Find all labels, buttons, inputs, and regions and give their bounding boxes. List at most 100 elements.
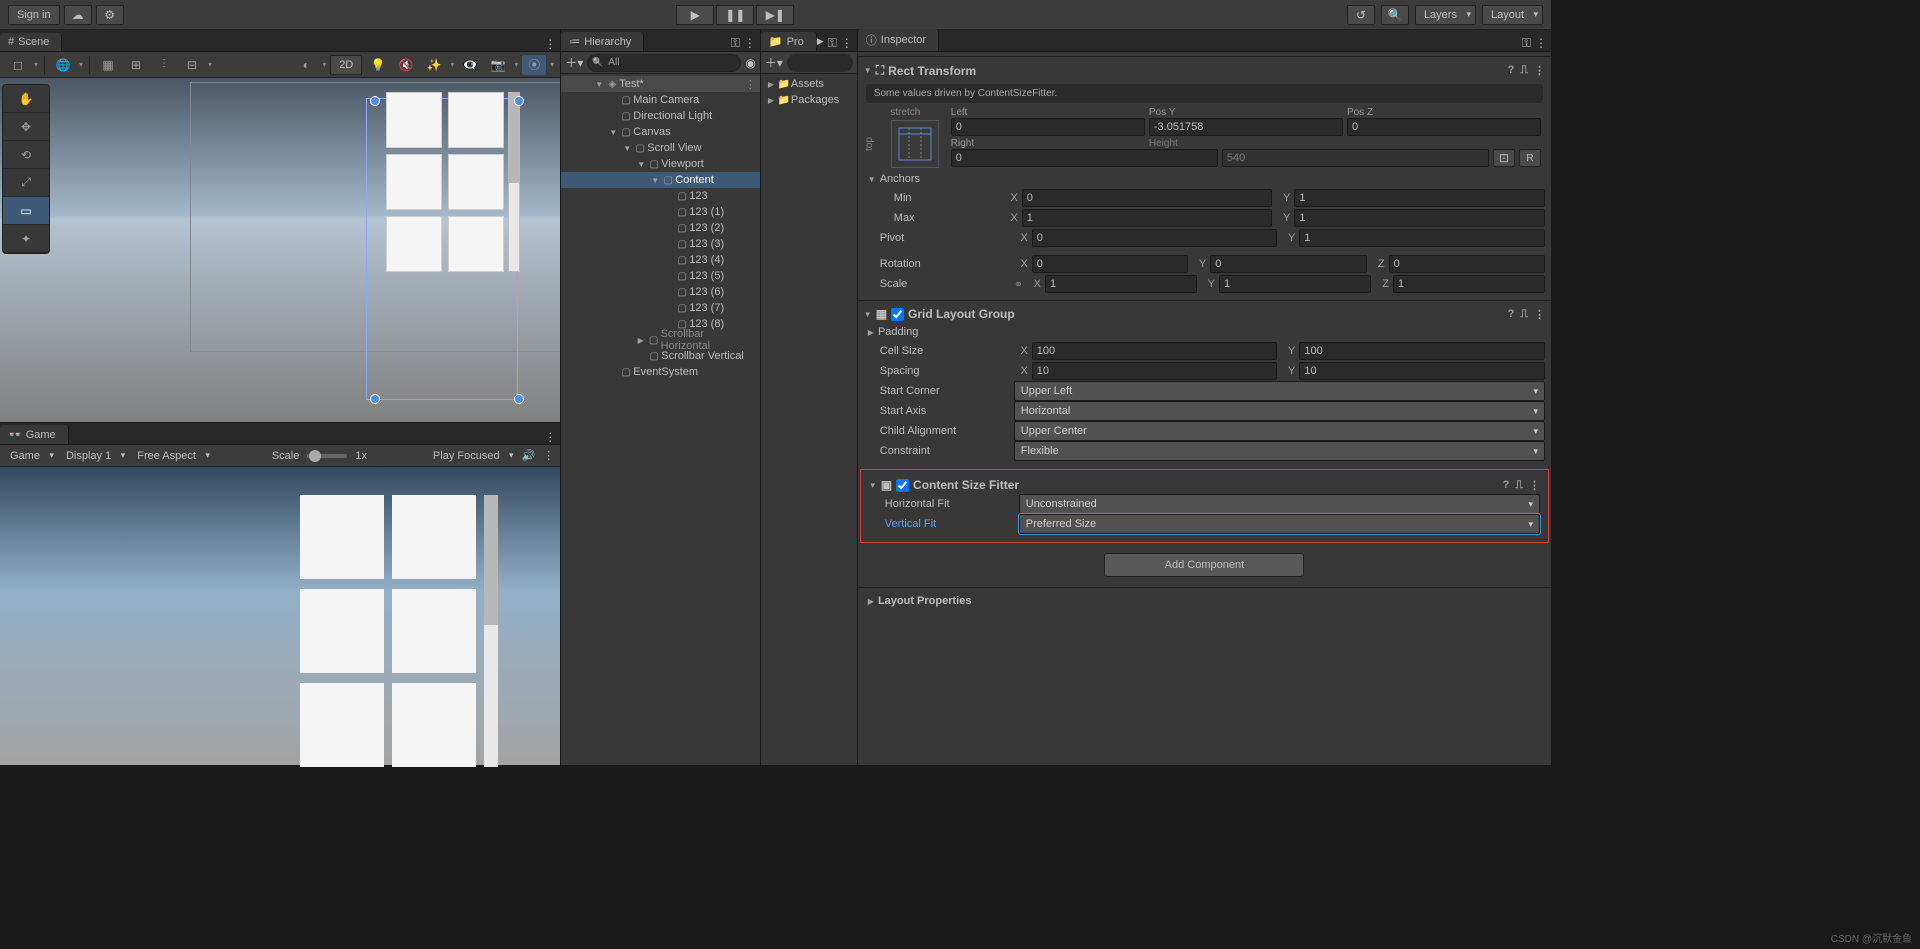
- constraint-dropdown[interactable]: Flexible: [1014, 441, 1545, 461]
- fx-icon[interactable]: ✨: [422, 55, 446, 75]
- vertical-fit-dropdown[interactable]: Preferred Size: [1019, 514, 1540, 534]
- hierarchy-item[interactable]: ▶▢Scrollbar Horizontal: [561, 332, 760, 348]
- tool-globe-icon[interactable]: 🌐: [51, 55, 75, 75]
- hierarchy-item[interactable]: ▼▢Viewport: [561, 156, 760, 172]
- hierarchy-item[interactable]: ▼▢Canvas: [561, 124, 760, 140]
- pause-button[interactable]: ❚❚: [716, 5, 754, 25]
- mode-2d-button[interactable]: 2D: [330, 55, 362, 75]
- help-icon[interactable]: ?: [1508, 64, 1515, 77]
- scale-slider[interactable]: [307, 454, 347, 458]
- play-button[interactable]: ▶: [676, 5, 714, 25]
- grid-snap-icon[interactable]: ▦: [96, 55, 120, 75]
- spacing-y[interactable]: [1299, 362, 1545, 380]
- menu-icon[interactable]: ⋮: [1534, 308, 1545, 321]
- transform-tool-icon[interactable]: ✦: [3, 225, 49, 253]
- cell-x[interactable]: [1032, 342, 1278, 360]
- component-enable-toggle[interactable]: [891, 308, 904, 321]
- hand-tool-icon[interactable]: ✋: [3, 85, 49, 113]
- layout-properties-foldout[interactable]: ▶Layout Properties: [864, 592, 1545, 610]
- pivot-x[interactable]: [1032, 229, 1278, 247]
- context-menu-icon[interactable]: ⋮: [744, 36, 756, 51]
- foldout-icon[interactable]: ▼: [864, 310, 872, 319]
- project-search[interactable]: [787, 54, 853, 72]
- game-target-dropdown[interactable]: Game: [6, 448, 54, 464]
- sign-in-button[interactable]: Sign in: [8, 5, 60, 25]
- context-menu-icon[interactable]: ⋮: [841, 36, 853, 51]
- rot-x[interactable]: [1032, 255, 1188, 273]
- gizmos-icon[interactable]: ⦿: [522, 55, 546, 75]
- lock-icon[interactable]: ⚿: [1522, 36, 1531, 51]
- hierarchy-item[interactable]: ▢123 (2): [561, 220, 760, 236]
- hierarchy-item[interactable]: ▢EventSystem: [561, 364, 760, 380]
- start-corner-dropdown[interactable]: Upper Left: [1014, 381, 1545, 401]
- display-dropdown[interactable]: Display 1: [62, 448, 125, 464]
- scene-menu-icon[interactable]: ⋮: [745, 78, 756, 91]
- right-field[interactable]: [951, 149, 1218, 167]
- aspect-dropdown[interactable]: Free Aspect: [133, 448, 210, 464]
- blueprint-mode-icon[interactable]: ⊡: [1493, 149, 1515, 167]
- hierarchy-item[interactable]: ▢123: [561, 188, 760, 204]
- child-align-dropdown[interactable]: Upper Center: [1014, 421, 1545, 441]
- anchor-min-y[interactable]: [1294, 189, 1545, 207]
- start-axis-dropdown[interactable]: Horizontal: [1014, 401, 1545, 421]
- tab-hierarchy[interactable]: ≔Hierarchy: [561, 32, 644, 51]
- move-tool-icon[interactable]: ✥: [3, 113, 49, 141]
- filter-icon[interactable]: ◉: [745, 56, 755, 70]
- preset-icon[interactable]: ⎍: [1520, 64, 1528, 77]
- gizmo-handle[interactable]: [514, 394, 524, 404]
- anchors-foldout[interactable]: ▼Anchors: [864, 170, 1545, 188]
- hierarchy-search[interactable]: All: [587, 54, 741, 72]
- cloud-icon[interactable]: ☁: [64, 5, 92, 25]
- hierarchy-item[interactable]: ▢Directional Light: [561, 108, 760, 124]
- hidden-icon[interactable]: 👁‍🗨: [458, 55, 482, 75]
- constrain-proportions-icon[interactable]: ⚭: [1014, 278, 1023, 291]
- tab-project[interactable]: 📁Pro: [761, 32, 817, 51]
- hierarchy-item-selected[interactable]: ▼▢Content: [561, 172, 760, 188]
- preset-icon[interactable]: ⎍: [1520, 308, 1528, 321]
- anchor-min-x[interactable]: [1022, 189, 1273, 207]
- play-mode-dropdown[interactable]: Play Focused: [429, 448, 514, 464]
- snap-increment-icon[interactable]: ⊞: [124, 55, 148, 75]
- tool-pivot-icon[interactable]: ◻: [6, 55, 30, 75]
- undo-history-icon[interactable]: ↺: [1347, 5, 1375, 25]
- lock-icon[interactable]: ⚿: [828, 36, 837, 51]
- foldout-icon[interactable]: ▼: [869, 481, 877, 490]
- help-icon[interactable]: ?: [1508, 308, 1515, 321]
- scl-x[interactable]: [1045, 275, 1197, 293]
- hierarchy-item[interactable]: ▢123 (1): [561, 204, 760, 220]
- pivot-y[interactable]: [1299, 229, 1545, 247]
- menu-icon[interactable]: ⋮: [1529, 479, 1540, 492]
- hierarchy-item[interactable]: ▢123 (3): [561, 236, 760, 252]
- anchor-preset-button[interactable]: [891, 120, 939, 168]
- ruler-icon[interactable]: ⊟: [180, 55, 204, 75]
- add-component-button[interactable]: Add Component: [1104, 553, 1304, 577]
- rot-z[interactable]: [1389, 255, 1545, 273]
- padding-foldout[interactable]: ▶Padding: [864, 323, 1545, 341]
- scale-tool-icon[interactable]: ⤢: [3, 169, 49, 197]
- settings-icon[interactable]: ⚙: [96, 5, 124, 25]
- hierarchy-item[interactable]: ▢Main Camera: [561, 92, 760, 108]
- foldout-icon[interactable]: ▼: [864, 66, 872, 75]
- add-icon[interactable]: ＋▾: [565, 54, 583, 71]
- anchor-max-x[interactable]: [1022, 209, 1273, 227]
- spacing-x[interactable]: [1032, 362, 1278, 380]
- help-icon[interactable]: ?: [1503, 479, 1510, 492]
- gizmo-handle[interactable]: [370, 96, 380, 106]
- posy-field[interactable]: [1149, 118, 1343, 136]
- horizontal-fit-dropdown[interactable]: Unconstrained: [1019, 494, 1540, 514]
- project-item[interactable]: ▶📁Packages: [761, 92, 857, 108]
- gizmo-handle[interactable]: [514, 96, 524, 106]
- posz-field[interactable]: [1347, 118, 1541, 136]
- hierarchy-item[interactable]: ▼▢Scroll View: [561, 140, 760, 156]
- context-menu-icon[interactable]: ⋮: [544, 430, 556, 444]
- search-icon[interactable]: 🔍: [1381, 5, 1409, 25]
- scene-viewport[interactable]: ✋ ✥ ⟲ ⤢ ▭ ✦: [0, 78, 560, 422]
- camera-icon[interactable]: 📷: [486, 55, 510, 75]
- rot-y[interactable]: [1210, 255, 1366, 273]
- cell-y[interactable]: [1299, 342, 1545, 360]
- rect-tool-icon[interactable]: ▭: [3, 197, 49, 225]
- context-menu-icon[interactable]: ⋮: [544, 37, 556, 51]
- tab-game[interactable]: 👓Game: [0, 425, 69, 444]
- lighting-icon[interactable]: 💡: [366, 55, 390, 75]
- menu-icon[interactable]: ⋮: [1534, 64, 1545, 77]
